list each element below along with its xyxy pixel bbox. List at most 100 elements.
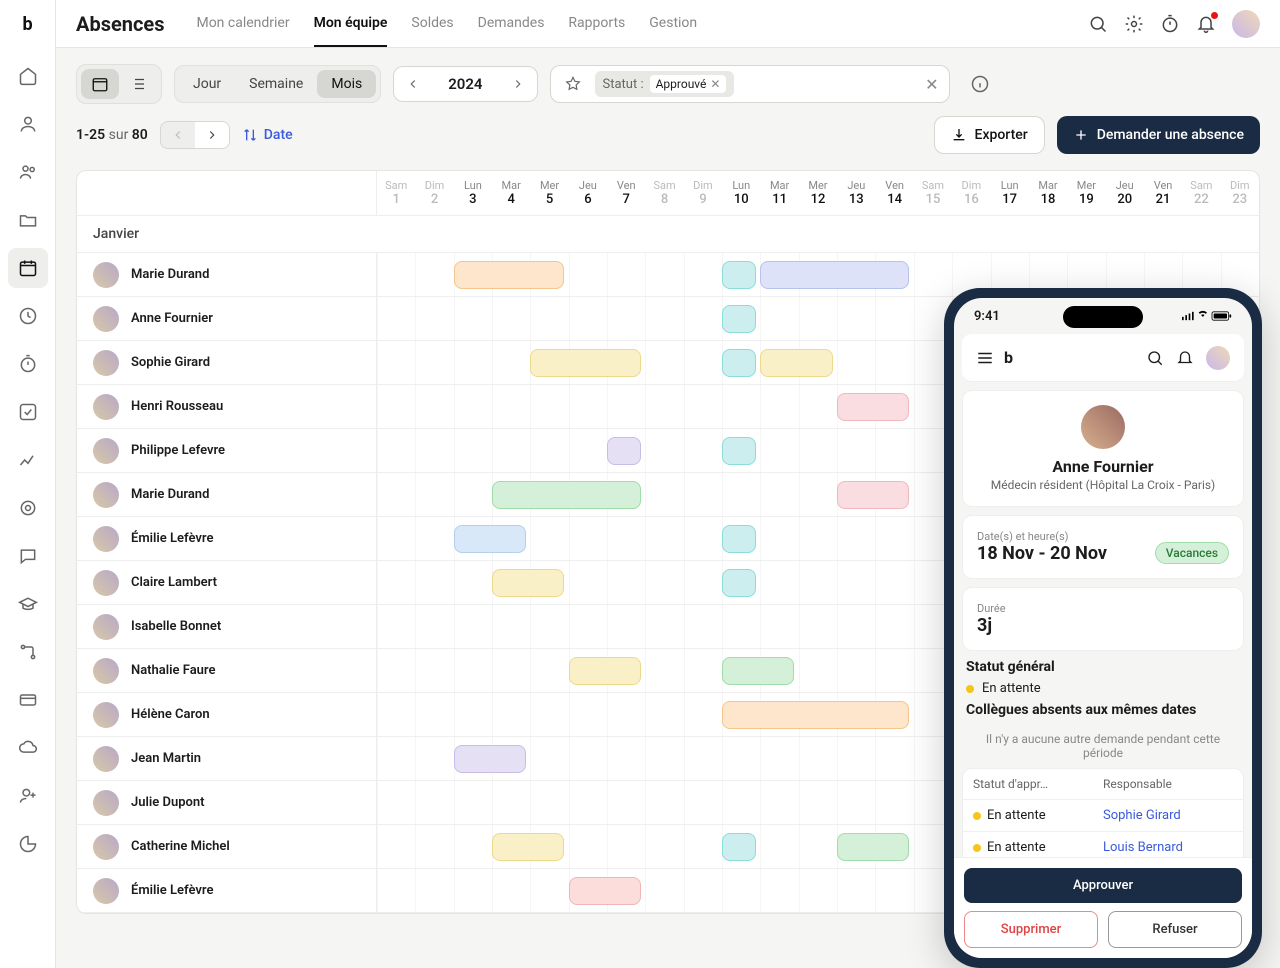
view-mois[interactable]: Mois [317,70,376,98]
filter-remove-icon[interactable]: ✕ [710,77,720,91]
absence-bar[interactable] [722,437,756,465]
approval-manager[interactable]: Sophie Girard [1103,808,1233,823]
avatar [93,438,119,464]
view-semaine[interactable]: Semaine [235,70,317,98]
nav-adduser-icon[interactable] [8,776,48,816]
nav-calendar-icon[interactable] [8,248,48,288]
filter-label: Statut : [603,77,644,92]
absence-bar[interactable] [760,349,832,377]
phone-bell-icon[interactable] [1176,349,1194,367]
view-jour[interactable]: Jour [179,70,235,98]
phone-preview: 9:41 b Anne Fournier Médecin résident (H… [944,288,1262,968]
tab-gestion[interactable]: Gestion [649,1,697,47]
avatar [93,658,119,684]
absence-bar[interactable] [569,657,641,685]
nav-pie-icon[interactable] [8,824,48,864]
absence-bar[interactable] [722,657,794,685]
phone-approve-button[interactable]: Approuver [964,868,1242,903]
person-name: Émilie Lefèvre [131,883,213,898]
filter-bar[interactable]: Statut : Approuvé ✕ ✕ [550,65,950,103]
absence-bar[interactable] [722,701,909,729]
export-button[interactable]: Exporter [934,116,1045,154]
star-icon[interactable] [557,70,589,98]
phone-search-icon[interactable] [1146,349,1164,367]
nav-flow-icon[interactable] [8,632,48,672]
nav-person-icon[interactable] [8,104,48,144]
view-mode-toggle: JourSemaineMois [174,65,381,103]
pagination-range: 1-25 sur 80 [76,127,148,143]
phone-delete-button[interactable]: Supprimer [964,911,1098,948]
nav-check-icon[interactable] [8,392,48,432]
day-header: Sam22 [1182,171,1220,215]
sort-button[interactable]: Date [242,127,293,143]
page-prev-btn[interactable] [161,122,195,148]
person-name: Julie Dupont [131,795,205,810]
tab-mon-équipe[interactable]: Mon équipe [314,1,388,47]
absence-bar[interactable] [722,569,756,597]
tab-demandes[interactable]: Demandes [478,1,545,47]
nav-chart-icon[interactable] [8,440,48,480]
year-next-btn[interactable] [499,69,537,99]
phone-status-icons [1182,309,1232,323]
absence-bar[interactable] [760,261,909,289]
avatar [93,262,119,288]
phone-colleagues-empty: Il n'y a aucune autre demande pendant ce… [962,724,1244,768]
nav-cloud-icon[interactable] [8,728,48,768]
absence-bar[interactable] [492,833,564,861]
phone-refuse-button[interactable]: Refuser [1108,911,1242,948]
day-header: Mer12 [799,171,837,215]
phone-avatar[interactable] [1206,346,1230,370]
nav-timer-icon[interactable] [8,344,48,384]
absence-bar[interactable] [722,833,756,861]
page-next-btn[interactable] [195,122,229,148]
nav-chat-icon[interactable] [8,536,48,576]
absence-bar[interactable] [722,525,756,553]
tab-rapports[interactable]: Rapports [568,1,625,47]
person-name: Hélène Caron [131,707,210,722]
absence-bar[interactable] [454,261,565,289]
info-icon[interactable] [962,66,998,102]
absence-bar[interactable] [454,525,526,553]
tab-mon-calendrier[interactable]: Mon calendrier [196,1,289,47]
nav-card-icon[interactable] [8,680,48,720]
year-prev-btn[interactable] [394,69,432,99]
absence-bar[interactable] [837,833,909,861]
day-header: Dim2 [415,171,453,215]
phone-th-status: Statut d'appr… [973,777,1103,791]
absence-bar[interactable] [837,393,909,421]
absence-bar[interactable] [837,481,909,509]
stopwatch-icon[interactable] [1160,14,1180,34]
request-absence-button[interactable]: Demander une absence [1057,116,1260,154]
nav-people-icon[interactable] [8,152,48,192]
layout-list-btn[interactable] [119,69,157,99]
absence-bar[interactable] [722,349,756,377]
user-avatar[interactable] [1232,10,1260,38]
month-label: Janvier [77,216,1259,253]
gear-icon[interactable] [1124,14,1144,34]
absence-bar[interactable] [492,569,564,597]
absence-bar[interactable] [492,481,641,509]
clear-filters-icon[interactable]: ✕ [921,71,942,98]
nav-home-icon[interactable] [8,56,48,96]
nav-hat-icon[interactable] [8,584,48,624]
person-name: Marie Durand [131,267,209,282]
nav-target-icon[interactable] [8,488,48,528]
tab-soldes[interactable]: Soldes [411,1,453,47]
bell-icon[interactable] [1196,14,1216,34]
layout-calendar-btn[interactable] [81,69,119,99]
search-icon[interactable] [1088,14,1108,34]
absence-bar[interactable] [454,745,526,773]
phone-colleagues-title: Collègues absents aux mêmes dates [966,702,1240,718]
topbar: Absences Mon calendrierMon équipeSoldesD… [56,0,1280,48]
filter-chip[interactable]: Statut : Approuvé ✕ [595,71,735,97]
phone-th-manager: Responsable [1103,777,1233,791]
nav-folder-icon[interactable] [8,200,48,240]
absence-bar[interactable] [722,261,756,289]
approval-manager[interactable]: Louis Bernard [1103,840,1233,855]
nav-clock-icon[interactable] [8,296,48,336]
phone-menu-icon[interactable] [976,349,994,367]
absence-bar[interactable] [569,877,641,905]
absence-bar[interactable] [607,437,641,465]
absence-bar[interactable] [530,349,641,377]
absence-bar[interactable] [722,305,756,333]
